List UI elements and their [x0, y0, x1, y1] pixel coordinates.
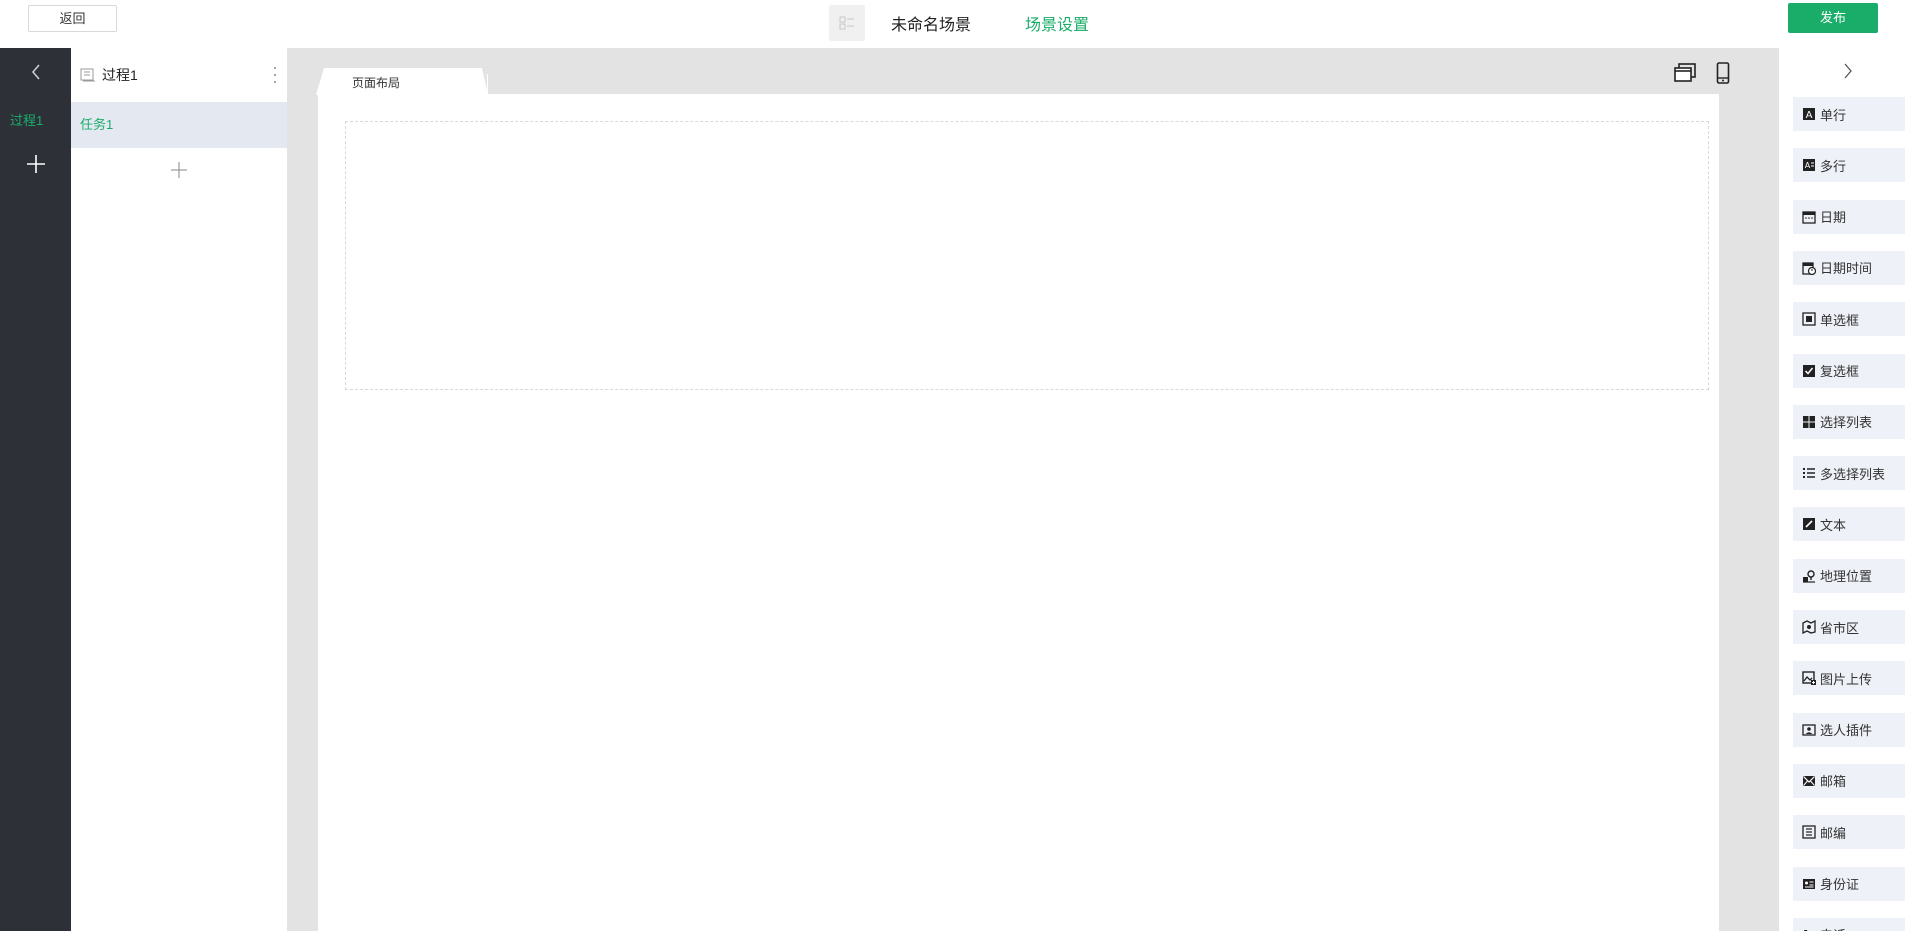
radio-icon [1802, 312, 1816, 326]
component-item[interactable]: 单选框 [1793, 302, 1905, 337]
publish-button[interactable]: 发布 [1788, 3, 1878, 33]
pencil-icon [1802, 517, 1816, 531]
component-label: 多行 [1820, 158, 1847, 174]
component-label: 单选框 [1820, 312, 1860, 328]
calendar-icon [1802, 210, 1816, 224]
component-item[interactable]: 复选框 [1793, 353, 1905, 388]
scene-name[interactable]: 未命名场景 [891, 11, 971, 35]
svg-text:A: A [1806, 110, 1813, 121]
component-label: 单行 [1820, 107, 1847, 123]
design-canvas: 页面布局 [287, 48, 1779, 931]
component-item[interactable]: 选人插件 [1793, 712, 1905, 747]
component-label: 电话 [1820, 925, 1846, 931]
component-label: 邮箱 [1820, 774, 1847, 790]
id-card-icon [1802, 877, 1816, 891]
scene-title-group: 未命名场景 场景设置 [829, 5, 1089, 41]
component-label: 邮编 [1820, 825, 1847, 841]
task-item[interactable]: 任务1 [71, 102, 287, 148]
component-label: 文本 [1820, 517, 1847, 533]
calendar-clock-icon [1802, 261, 1816, 275]
task-panel: 过程1 任务1 [71, 48, 287, 931]
location-icon [1802, 569, 1816, 583]
component-item[interactable]: 日期时间 [1793, 250, 1905, 285]
component-item[interactable]: 图片上传 [1793, 661, 1905, 696]
tab-page-layout[interactable]: 页面布局 [316, 68, 488, 95]
component-label: 图片上传 [1820, 671, 1873, 687]
component-item[interactable]: 多选择列表 [1793, 456, 1905, 491]
layout-toggle-icon[interactable] [829, 5, 865, 41]
mobile-view-icon[interactable] [1711, 62, 1735, 84]
component-item[interactable]: 电话 [1793, 917, 1905, 931]
component-label: 多选择列表 [1820, 466, 1886, 482]
svg-text:A: A [1805, 161, 1811, 170]
form-drop-zone[interactable] [345, 121, 1709, 390]
component-label: 选人插件 [1820, 723, 1873, 739]
component-item[interactable]: 邮箱 [1793, 763, 1905, 798]
component-label: 地理位置 [1820, 569, 1873, 585]
add-process-icon[interactable] [0, 148, 71, 180]
component-label: 身份证 [1820, 877, 1860, 892]
map-icon [1802, 620, 1816, 634]
mail-icon [1802, 774, 1816, 788]
desktop-view-icon[interactable] [1673, 62, 1697, 84]
component-label: 日期时间 [1820, 261, 1873, 277]
component-item[interactable]: 省市区 [1793, 610, 1905, 644]
postcode-icon [1802, 825, 1816, 839]
component-label: 选择列表 [1820, 415, 1873, 431]
multi-line-text-icon: A [1802, 158, 1816, 172]
component-label: 复选框 [1820, 364, 1860, 379]
component-item[interactable]: A 多行 [1793, 148, 1905, 183]
component-item[interactable]: A 单行 [1793, 97, 1905, 131]
add-task-icon[interactable] [71, 156, 287, 184]
grid-icon [1802, 415, 1816, 429]
component-item[interactable]: 身份证 [1793, 866, 1905, 901]
component-item[interactable]: 邮编 [1793, 815, 1905, 850]
page-canvas [318, 94, 1719, 931]
top-bar: 返回 未命名场景 场景设置 发布 [0, 0, 1917, 48]
component-panel: A 单行 A 多行日期日期时间单选框复选框选择列表多选择列表文本地理位置省市区图片上传… [1779, 48, 1917, 931]
component-item[interactable]: 文本 [1793, 507, 1905, 542]
collapse-right-icon[interactable] [1779, 58, 1917, 84]
collapse-left-icon[interactable] [0, 58, 71, 86]
component-item[interactable]: 日期 [1793, 199, 1905, 234]
process-icon [80, 67, 96, 83]
component-item[interactable]: 地理位置 [1793, 558, 1905, 593]
person-picker-icon [1802, 723, 1816, 737]
component-label: 日期 [1820, 210, 1847, 226]
process-header: 过程1 [71, 48, 287, 102]
component-item[interactable]: 选择列表 [1793, 404, 1905, 439]
more-options-icon[interactable] [271, 67, 279, 83]
single-line-text-icon: A [1802, 107, 1816, 121]
back-button[interactable]: 返回 [28, 5, 117, 32]
process-rail: 过程1 [0, 48, 71, 931]
list-icon [1802, 466, 1816, 480]
scene-settings-link[interactable]: 场景设置 [1025, 11, 1089, 35]
rail-process-item[interactable]: 过程1 [10, 110, 43, 129]
tab-label: 页面布局 [352, 76, 401, 90]
view-switcher [1673, 62, 1735, 84]
component-label: 省市区 [1820, 620, 1860, 636]
image-upload-icon [1802, 671, 1816, 686]
checkbox-icon [1802, 364, 1816, 378]
process-title: 过程1 [102, 67, 138, 83]
